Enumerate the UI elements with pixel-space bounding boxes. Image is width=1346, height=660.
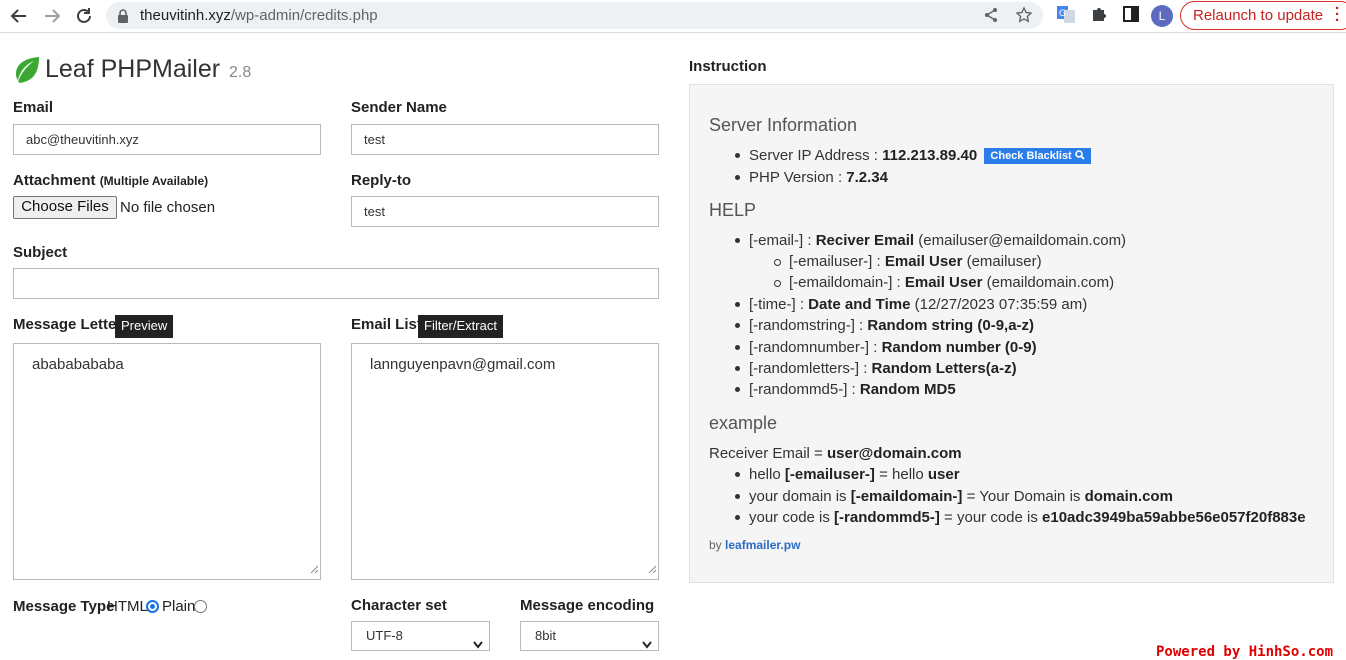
email-field[interactable]: abc@theuvitinh.xyz <box>13 124 321 155</box>
relaunch-button[interactable]: Relaunch to update · · · <box>1180 1 1346 30</box>
address-bar[interactable]: theuvitinh.xyz/wp-admin/credits.php <box>106 2 1043 29</box>
plain-option-label: Plain <box>162 598 196 615</box>
no-file-text: No file chosen <box>120 199 216 216</box>
message-type-label: Message Type <box>13 598 115 615</box>
html-option-label: HTML <box>107 598 148 615</box>
translate-icon[interactable]: G <box>1057 5 1075 27</box>
email-label: Email <box>13 99 54 116</box>
encoding-select[interactable]: 8bit <box>520 621 659 651</box>
chevron-down-icon <box>642 631 652 659</box>
menu-dots-icon[interactable]: · · · <box>1335 1 1340 28</box>
help-item: [-randomnumber-] : Random number (0-9) <box>749 339 1037 356</box>
encoding-label: Message encoding <box>520 597 655 614</box>
plain-radio[interactable] <box>194 600 207 613</box>
forward-arrow-icon[interactable] <box>41 5 63 27</box>
php-version-value: 7.2.34 <box>846 169 888 186</box>
filter-extract-button[interactable]: Filter/Extract <box>418 315 503 338</box>
receiver-email-value: user@domain.com <box>826 445 962 462</box>
message-textarea[interactable]: abababababa <box>13 343 321 580</box>
app-version: 2.8 <box>229 64 252 81</box>
instruction-title: Instruction <box>689 58 767 75</box>
example-item: your domain is [-emaildomain-] = Your Do… <box>749 488 1173 505</box>
share-icon[interactable] <box>983 7 999 27</box>
relaunch-label: Relaunch to update <box>1193 7 1324 24</box>
browser-toolbar: theuvitinh.xyz/wp-admin/credits.php G L … <box>0 0 1346 33</box>
leaf-icon <box>13 56 41 88</box>
leafmailer-link[interactable]: leafmailer.pw <box>725 538 800 552</box>
resize-grip-icon[interactable] <box>648 560 657 577</box>
message-letter-label: Message Letter <box>13 316 123 333</box>
help-item: [-email-] : Reciver Email (emailuser@ema… <box>749 232 1127 249</box>
bullet <box>735 387 740 392</box>
example-item: hello [-emailuser-] = hello user <box>749 466 960 483</box>
bookmark-star-icon[interactable] <box>1015 6 1033 28</box>
side-panel-icon[interactable] <box>1122 5 1140 27</box>
bullet <box>735 345 740 350</box>
help-item: [-randomstring-] : Random string (0-9,a-… <box>749 317 1035 334</box>
sender-name-field[interactable]: test <box>351 124 659 155</box>
bullet <box>735 153 740 158</box>
bullet <box>735 472 740 477</box>
attachment-sub-label: (Multiple Available) <box>99 174 209 188</box>
sub-bullet <box>774 280 781 287</box>
help-item: [-emailuser-] : Email User (emailuser) <box>789 253 1042 270</box>
charset-select[interactable]: UTF-8 <box>351 621 490 651</box>
server-info-heading: Server Information <box>709 115 858 135</box>
bullet <box>735 323 740 328</box>
subject-label: Subject <box>13 244 68 261</box>
email-list-text: lannguyenpavn@gmail.com <box>370 356 556 373</box>
help-item: [-randommd5-] : Random MD5 <box>749 381 956 398</box>
html-radio[interactable] <box>146 600 159 613</box>
charset-value: UTF-8 <box>366 628 403 643</box>
watermark-text: Powered by HinhSo.com <box>1156 644 1334 660</box>
attachment-label: Attachment (Multiple Available) <box>13 172 209 189</box>
bullet <box>735 175 740 180</box>
server-ip-row: Server IP Address : 112.213.89.40 Check … <box>749 147 1091 164</box>
example-heading: example <box>709 413 778 433</box>
reply-to-field[interactable]: test <box>351 196 659 227</box>
extensions-puzzle-icon[interactable] <box>1090 5 1108 27</box>
bullet <box>735 515 740 520</box>
bullet <box>735 494 740 499</box>
subject-field[interactable] <box>13 268 659 299</box>
resize-grip-icon[interactable] <box>310 560 319 577</box>
example-item: your code is [-randommd5-] = your code i… <box>749 509 1306 526</box>
email-list-label: Email List <box>351 316 422 333</box>
instruction-panel: Server Information Server IP Address : 1… <box>689 84 1334 583</box>
php-version-row: PHP Version : 7.2.34 <box>749 169 888 186</box>
reload-icon[interactable] <box>73 5 95 27</box>
help-item: [-randomletters-] : Random Letters(a-z) <box>749 360 1017 377</box>
bullet <box>735 302 740 307</box>
reply-to-label: Reply-to <box>351 172 411 189</box>
credit-line: by leafmailer.pw <box>709 538 801 552</box>
email-list-textarea[interactable]: lannguyenpavn@gmail.com <box>351 343 659 580</box>
app-name: Leaf PHPMailer <box>45 55 221 83</box>
choose-files-button[interactable]: Choose Files <box>13 196 117 219</box>
server-ip-value: 112.213.89.40 <box>882 147 978 164</box>
message-text: abababababa <box>32 356 124 373</box>
help-item: [-emaildomain-] : Email User (emaildomai… <box>789 274 1115 291</box>
lock-icon[interactable] <box>117 8 129 27</box>
sender-name-label: Sender Name <box>351 99 447 116</box>
bullet <box>735 366 740 371</box>
check-blacklist-button[interactable]: Check Blacklist <box>984 148 1091 164</box>
back-arrow-icon[interactable] <box>8 5 30 27</box>
help-heading: HELP <box>709 200 757 220</box>
sub-bullet <box>774 259 781 266</box>
encoding-value: 8bit <box>535 628 556 643</box>
help-item: [-time-] : Date and Time (12/27/2023 07:… <box>749 296 1088 313</box>
search-icon <box>1074 150 1085 160</box>
bullet <box>735 238 740 243</box>
svg-text:G: G <box>1059 9 1066 19</box>
chevron-down-icon <box>473 631 483 659</box>
preview-button[interactable]: Preview <box>115 315 174 338</box>
url-text[interactable]: theuvitinh.xyz/wp-admin/credits.php <box>140 7 378 24</box>
charset-label: Character set <box>351 597 447 614</box>
receiver-email-row: Receiver Email = user@domain.com <box>709 445 962 462</box>
profile-avatar[interactable]: L <box>1151 5 1173 27</box>
